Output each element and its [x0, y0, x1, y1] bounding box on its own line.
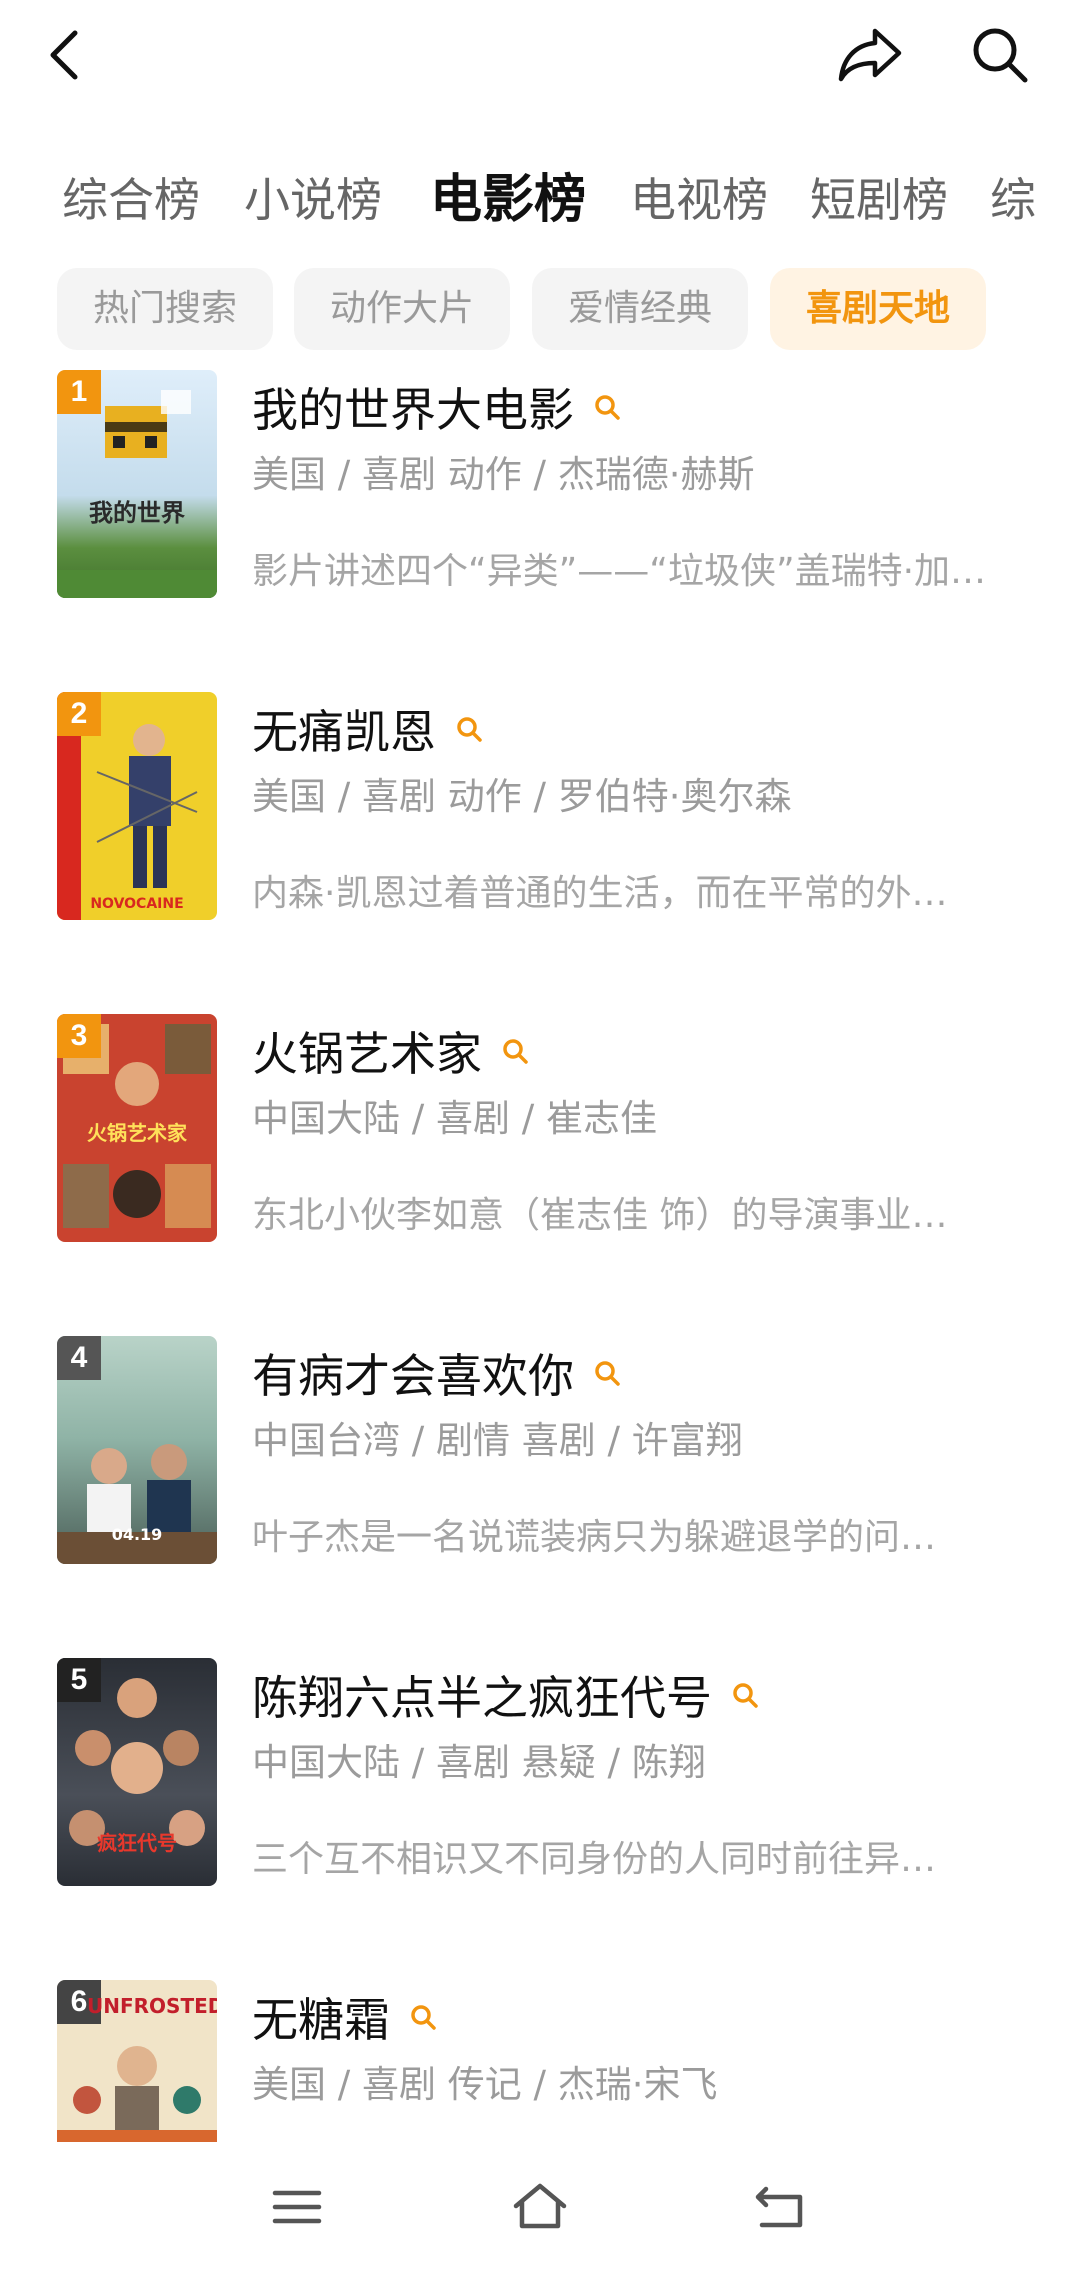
back-button[interactable] [30, 10, 100, 100]
list-item[interactable]: 3 火锅艺术家 火锅艺术家 中国大陆 / 喜剧 / 崔志佳 东北小伙李如意（崔志… [0, 1014, 1080, 1336]
share-button[interactable] [820, 10, 920, 100]
tab-tv[interactable]: 电视榜 [630, 150, 768, 250]
tab-overall[interactable]: 综合榜 [62, 150, 200, 250]
rank-badge: 4 [57, 1336, 101, 1380]
poster-caption: 我的世界 [89, 499, 185, 527]
search-icon[interactable] [406, 2000, 440, 2034]
poster-caption: NOVOCAINE [90, 896, 184, 912]
search-icon[interactable] [728, 1678, 762, 1712]
movie-poster: 3 火锅艺术家 [57, 1014, 217, 1242]
movie-title: 火锅艺术家 [252, 1027, 482, 1081]
list-item[interactable]: 1 我的世界 我的世界大电影 美国 / 喜剧 动作 / 杰瑞德·赫斯 影片讲述四… [0, 370, 1080, 692]
ranking-tabs: 综合榜 小说榜 电影榜 电视榜 短剧榜 综 [0, 150, 1080, 250]
chip-romance[interactable]: 爱情经典 [532, 268, 748, 350]
rank-badge: 3 [57, 1014, 101, 1058]
nav-back-button[interactable] [720, 2157, 840, 2257]
genre-filters: 热门搜索 动作大片 爱情经典 喜剧天地 [0, 268, 1080, 350]
chip-hot-search[interactable]: 热门搜索 [57, 268, 273, 350]
poster-caption: 疯狂代号 [97, 1831, 177, 1855]
return-icon [755, 2186, 803, 2228]
search-icon[interactable] [498, 1034, 532, 1068]
rank-badge: 5 [57, 1658, 101, 1702]
movie-description: 内森·凯恩过着普通的生活，而在平常的外… [252, 873, 948, 914]
movie-description: 东北小伙李如意（崔志佳 饰）的导演事业… [252, 1195, 948, 1236]
nav-menu-button[interactable] [237, 2157, 357, 2257]
chip-action[interactable]: 动作大片 [294, 268, 510, 350]
movie-description: 影片讲述四个“异类”——“垃圾侠”盖瑞特·加… [252, 551, 987, 592]
movie-poster: 2 NOVOCAINE [57, 692, 217, 920]
movie-meta: 中国台湾 / 剧情 喜剧 / 许富翔 [252, 1419, 743, 1462]
tab-movie[interactable]: 电影榜 [430, 150, 586, 250]
system-nav-bar [0, 2142, 1080, 2272]
movie-meta: 美国 / 喜剧 动作 / 罗伯特·奥尔森 [252, 775, 792, 818]
search-icon[interactable] [590, 1356, 624, 1390]
movie-meta: 美国 / 喜剧 动作 / 杰瑞德·赫斯 [252, 453, 755, 496]
chip-comedy[interactable]: 喜剧天地 [770, 268, 986, 350]
nav-home-button[interactable] [480, 2157, 600, 2257]
list-item[interactable]: 5 疯狂代号 陈翔六点半之疯狂代号 中国大陆 / 喜剧 悬疑 / 陈翔 三个互不… [0, 1658, 1080, 1980]
search-icon[interactable] [452, 712, 486, 746]
movie-title: 陈翔六点半之疯狂代号 [252, 1671, 712, 1725]
movie-poster: 1 我的世界 [57, 370, 217, 598]
rank-badge: 1 [57, 370, 101, 414]
movie-poster: 6 UNFROSTED [57, 1980, 217, 2142]
movie-meta: 中国大陆 / 喜剧 悬疑 / 陈翔 [252, 1741, 706, 1784]
movie-title: 无痛凯恩 [252, 705, 436, 759]
poster-caption: 04.19 [111, 1525, 163, 1544]
list-item[interactable]: 4 04.19 有病才会喜欢你 中国台湾 / 剧情 喜剧 / 许富翔 叶子杰是一… [0, 1336, 1080, 1658]
movie-description: 三个互不相识又不同身份的人同时前往异… [252, 1839, 937, 1880]
tab-short-drama[interactable]: 短剧榜 [810, 150, 948, 250]
movie-meta: 中国大陆 / 喜剧 / 崔志佳 [252, 1097, 657, 1140]
search-icon [973, 28, 1028, 83]
poster-caption: 火锅艺术家 [87, 1121, 187, 1145]
search-icon[interactable] [590, 390, 624, 424]
poster-caption: UNFROSTED [87, 1994, 217, 2018]
home-icon [513, 2183, 567, 2229]
movie-title: 无糖霜 [252, 1993, 390, 2047]
movie-title: 有病才会喜欢你 [252, 1349, 574, 1403]
share-icon [838, 28, 902, 82]
movie-title: 我的世界大电影 [252, 383, 574, 437]
list-item[interactable]: 6 UNFROSTED 无糖霜 美国 / 喜剧 传记 / 杰瑞·宋飞 [0, 1980, 1080, 2142]
menu-icon [272, 2190, 322, 2224]
tab-novel[interactable]: 小说榜 [244, 150, 382, 250]
search-button[interactable] [950, 10, 1050, 100]
tab-variety[interactable]: 综 [990, 150, 1036, 250]
movie-list: 1 我的世界 我的世界大电影 美国 / 喜剧 动作 / 杰瑞德·赫斯 影片讲述四… [0, 370, 1080, 2142]
movie-poster: 5 疯狂代号 [57, 1658, 217, 1886]
movie-meta: 美国 / 喜剧 传记 / 杰瑞·宋飞 [252, 2063, 718, 2106]
list-item[interactable]: 2 NOVOCAINE 无痛凯恩 美国 / 喜剧 动作 / 罗伯特·奥尔森 内森… [0, 692, 1080, 1014]
top-bar [0, 0, 1080, 110]
chevron-left-icon [50, 30, 78, 80]
rank-badge: 2 [57, 692, 101, 736]
movie-poster: 4 04.19 [57, 1336, 217, 1564]
movie-description: 叶子杰是一名说谎装病只为躲避退学的问… [252, 1517, 937, 1558]
